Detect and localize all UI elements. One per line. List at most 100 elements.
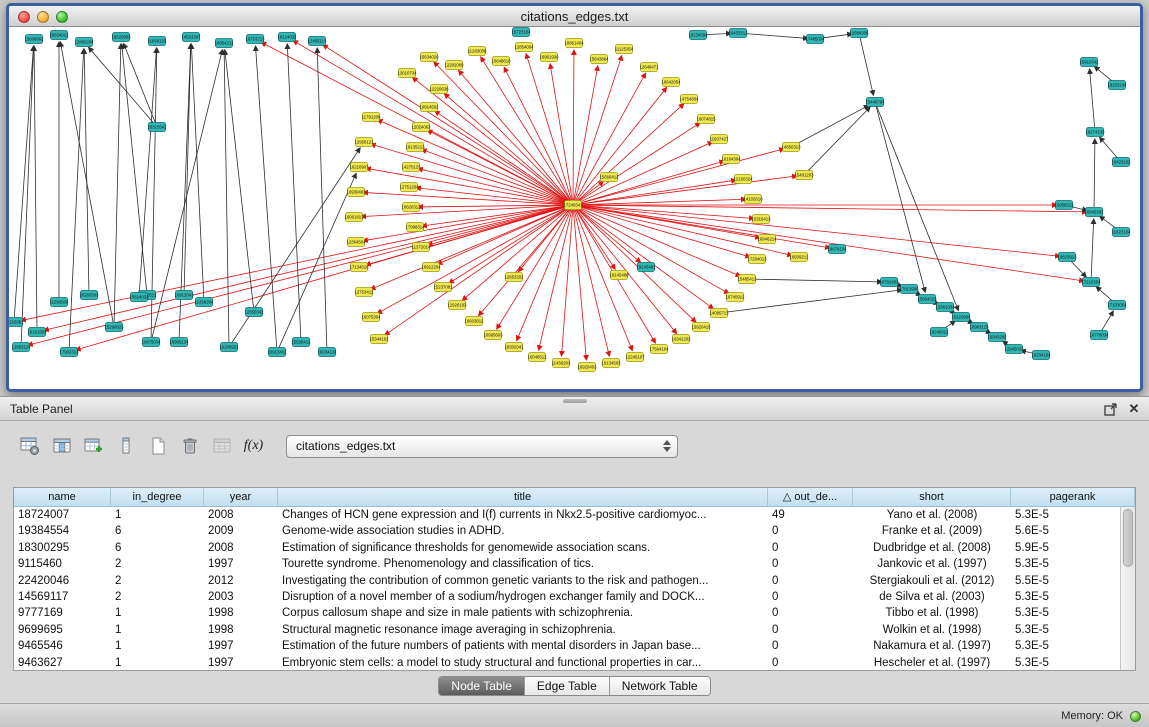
graph-node[interactable]: 14850313 [781,143,801,152]
scrollbar-thumb[interactable] [1123,509,1133,567]
table-row[interactable]: 2242004622012Investigating the contribut… [14,573,1120,589]
graph-node[interactable]: 16845302 [1084,208,1104,217]
column-header-title[interactable]: title [278,488,768,506]
graph-node[interactable]: 16433212 [728,29,748,38]
citation-network-graph[interactable]: 1724034112610734156340201220206011283008… [9,27,1140,389]
graph-node[interactable]: 16961936 [539,53,559,62]
column-header-name[interactable]: name [14,488,111,506]
column-header-year[interactable]: year [204,488,278,506]
graph-node[interactable]: 17103054 [1107,301,1127,310]
column-icon[interactable] [112,433,139,460]
graph-node[interactable]: 10861404 [564,39,584,48]
table-row[interactable]: 1872400712008Changes of HCN gene express… [14,507,1120,523]
graph-node[interactable]: 10914502 [419,103,439,112]
graph-node[interactable]: 12684305 [849,29,869,38]
table-row[interactable]: 946362711997Embryonic stem cells: a mode… [14,655,1120,670]
graph-node[interactable]: 10995603 [483,331,503,340]
graph-node[interactable]: 12753412 [354,288,374,297]
graph-node[interactable]: 11456203 [552,359,571,368]
graph-node[interactable]: 12854004 [514,43,534,52]
table-row[interactable]: 977716911998Corpus callosum shape and si… [14,605,1120,621]
graph-node[interactable]: 15905134 [169,338,189,347]
graph-node[interactable]: 12220638 [429,85,449,94]
graph-node[interactable]: 17998314 [405,223,425,232]
graph-node[interactable]: 12160324 [733,175,753,184]
graph-node[interactable]: 16603812 [464,317,484,326]
graph-node[interactable]: 16745912 [725,293,745,302]
graph-node[interactable]: 16912204 [421,263,441,272]
graph-node[interactable]: 14275123 [401,163,421,172]
graph-node[interactable]: 12953124 [11,343,31,352]
table-settings-icon[interactable] [16,433,43,460]
graph-node[interactable]: 19145481 [636,263,656,272]
graph-node[interactable]: 15824033 [129,293,149,302]
graph-node[interactable]: 12024063 [411,123,431,132]
minimize-button[interactable] [37,11,49,23]
graph-node[interactable]: 16946214 [757,235,777,244]
function-builder-icon[interactable]: f(x) [240,433,267,460]
graph-node[interactable]: 16854211 [215,39,234,48]
graph-node[interactable]: 16123904 [951,313,971,322]
graph-node[interactable]: 16151503 [27,328,47,337]
select-columns-icon[interactable] [48,433,75,460]
graph-node[interactable]: 16074815 [696,115,716,124]
graph-node[interactable]: 12364504 [346,238,366,247]
graph-node[interactable]: 15316413 [751,215,771,224]
graph-node[interactable]: 16135213 [405,143,425,152]
graph-node[interactable]: 12610734 [397,69,417,78]
graph-node[interactable]: 11358204 [195,298,214,307]
graph-node[interactable]: 15634020 [419,53,439,62]
graph-node[interactable]: 16791903 [879,278,899,287]
table-row[interactable]: 911546021997Tourette syndrome. Phenomeno… [14,556,1120,572]
table-selector-dropdown[interactable]: citations_edges.txt [286,435,678,458]
graph-node[interactable]: 11823104 [1112,228,1131,237]
graph-node[interactable]: 12405113 [308,37,327,46]
graph-node[interactable]: 11260509 [50,298,69,307]
graph-node[interactable]: 10963125 [969,323,989,332]
graph-node[interactable]: 15491203 [794,171,814,180]
graph-node[interactable]: 12926103 [447,301,467,310]
new-document-icon[interactable] [144,433,171,460]
graph-node[interactable]: 20315542 [147,123,167,132]
graph-node[interactable]: 11372014 [412,243,431,252]
tab-network-table[interactable]: Network Table [610,677,710,695]
graph-node[interactable]: 17564104 [649,345,669,354]
graph-node[interactable]: 17204013 [747,255,767,264]
graph-node[interactable]: 17240341 [563,201,583,210]
graph-node[interactable]: 19448794 [865,98,885,107]
graph-node[interactable]: 15530412 [291,338,311,347]
column-header-in_degree[interactable]: in_degree [111,488,204,506]
graph-node[interactable]: 12650342 [244,308,264,317]
graph-node[interactable]: 15958213 [1054,201,1074,210]
splitter-handle[interactable] [563,399,587,403]
graph-node[interactable]: 17210354 [1081,278,1101,287]
graph-node[interactable]: 16423103 [1111,158,1131,167]
zoom-button[interactable] [56,11,68,23]
table-scrollbar[interactable] [1120,507,1135,670]
graph-node[interactable]: 19145480 [609,271,629,280]
graph-node[interactable]: 16341202 [671,335,691,344]
graph-node[interactable]: 20834021 [49,31,69,40]
table-row[interactable]: 946554611997Estimation of the future num… [14,638,1120,654]
graph-node[interactable]: 10930403 [346,188,366,197]
graph-node[interactable]: 12958121 [354,138,374,147]
graph-node[interactable]: 16034124 [317,348,337,357]
table-row[interactable]: 1830029562008Estimation of significance … [14,540,1120,556]
graph-node[interactable]: 16912043 [174,291,194,300]
graph-node[interactable]: 11791208 [362,113,381,122]
graph-node[interactable]: 16520903 [111,33,131,42]
graph-node[interactable]: 18223104 [1107,81,1127,90]
graph-node[interactable]: 19274133 [1085,128,1105,137]
graph-node[interactable]: 16234104 [1031,351,1051,360]
network-canvas[interactable]: 1724034112610734156340201220206011283008… [9,27,1140,389]
delete-icon[interactable] [176,433,203,460]
graph-node[interactable]: 12648471 [639,63,659,72]
float-panel-icon[interactable] [1103,402,1117,416]
graph-node[interactable]: 15344102 [369,335,389,344]
graph-node[interactable]: 12945032 [1004,345,1024,354]
column-header-short[interactable]: short [853,488,1011,506]
graph-node[interactable]: 14095713 [709,309,729,318]
graph-node[interactable]: 12210361 [9,318,24,327]
graph-node[interactable]: 17902313 [59,348,79,357]
graph-node[interactable]: 14754804 [679,95,699,104]
